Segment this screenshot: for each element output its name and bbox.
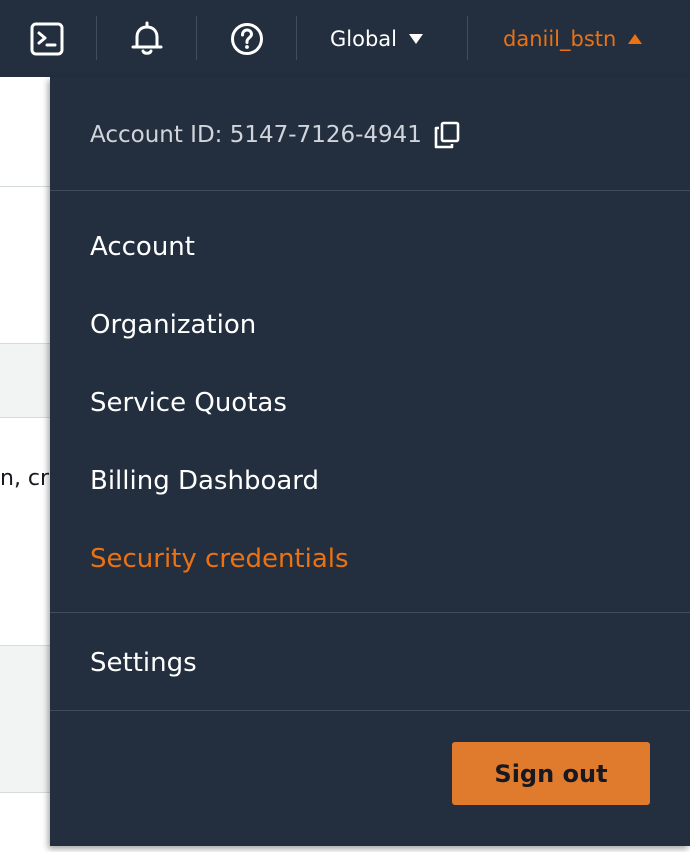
region-selector[interactable]: Global xyxy=(330,22,423,56)
menu-item-account[interactable]: Account xyxy=(90,230,195,264)
help-icon[interactable] xyxy=(227,19,267,59)
bell-icon[interactable] xyxy=(127,19,167,59)
menu-item-billing-dashboard[interactable]: Billing Dashboard xyxy=(90,464,319,498)
caret-up-icon xyxy=(628,34,643,44)
divider xyxy=(50,612,690,613)
separator xyxy=(96,16,97,60)
region-label: Global xyxy=(330,27,397,51)
separator xyxy=(296,16,297,60)
page-text-snippet: n, cr xyxy=(0,466,50,491)
menu-item-security-credentials[interactable]: Security credentials xyxy=(90,542,349,576)
sign-out-button[interactable]: Sign out xyxy=(452,742,650,805)
divider xyxy=(50,710,690,711)
table-row xyxy=(0,719,50,793)
table-header xyxy=(0,645,50,720)
cloudshell-icon[interactable] xyxy=(27,19,67,59)
account-menu-toggle[interactable]: daniil_bstn xyxy=(503,22,643,56)
caret-down-icon xyxy=(409,34,423,44)
copy-icon[interactable] xyxy=(434,121,460,149)
account-dropdown-menu: Account ID: 5147-7126-4941 Account Organ… xyxy=(50,77,690,846)
account-id-label: Account ID: 5147-7126-4941 xyxy=(90,122,422,148)
menu-item-settings[interactable]: Settings xyxy=(90,646,197,680)
menu-item-organization[interactable]: Organization xyxy=(90,308,256,342)
divider xyxy=(0,186,50,187)
divider xyxy=(50,190,690,191)
separator xyxy=(467,16,468,60)
table-header xyxy=(0,343,50,418)
top-navigation-bar: Global daniil_bstn xyxy=(0,0,690,77)
separator xyxy=(196,16,197,60)
account-id-row: Account ID: 5147-7126-4941 xyxy=(90,121,460,149)
username-label: daniil_bstn xyxy=(503,27,617,51)
menu-item-service-quotas[interactable]: Service Quotas xyxy=(90,386,287,420)
